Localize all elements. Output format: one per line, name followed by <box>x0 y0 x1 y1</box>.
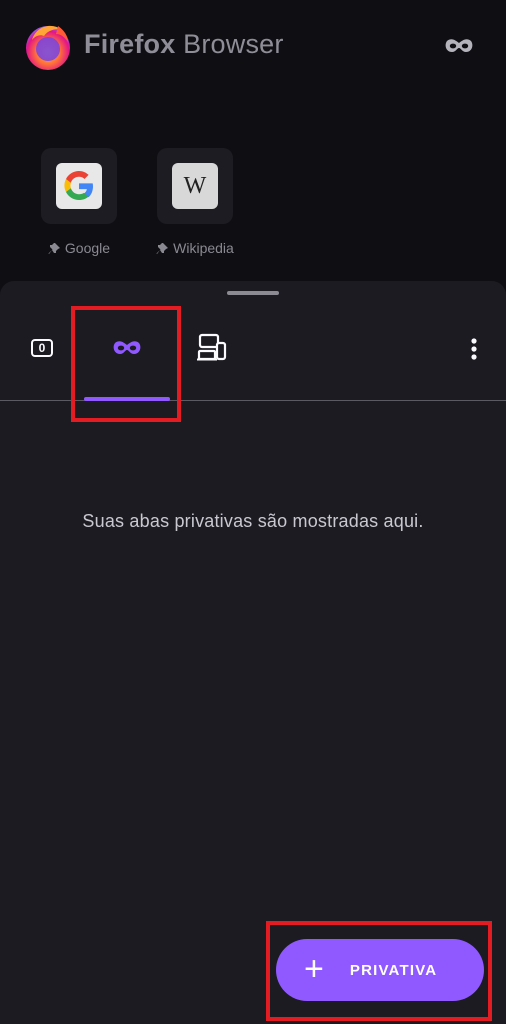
drag-handle[interactable] <box>227 291 279 295</box>
tab-counter-icon: 0 <box>31 339 53 357</box>
annotation-highlight-fab <box>266 921 492 1021</box>
shortcut-label-row: Google <box>40 240 118 256</box>
tabs-tray-sheet: 0 Suas abas privativas são mostradas aqu… <box>0 281 506 1024</box>
google-tile-inner <box>56 163 102 209</box>
shortcut-wikipedia[interactable]: W Wikipedia <box>156 148 234 256</box>
shortcut-label: Google <box>64 240 111 256</box>
synced-devices-icon <box>197 333 227 361</box>
google-g-icon <box>64 171 93 200</box>
shortcut-tile: W <box>157 148 233 224</box>
shortcut-google[interactable]: Google <box>40 148 118 256</box>
more-vertical-icon <box>471 338 477 360</box>
shortcut-label-row: Wikipedia <box>156 240 234 256</box>
firefox-wordmark: Firefox Browser <box>84 29 284 60</box>
wikipedia-icon: W <box>172 163 218 209</box>
tab-normal[interactable]: 0 <box>22 333 62 363</box>
private-mask-icon[interactable] <box>444 37 474 55</box>
screen: Firefox Browser Google W Wikipedia 0 Sua… <box>0 0 506 1024</box>
empty-private-tabs-message: Suas abas privativas são mostradas aqui. <box>82 511 424 531</box>
brand-bold: Firefox <box>84 29 176 59</box>
brand-light: Browser <box>175 29 284 59</box>
homepage-header: Firefox Browser <box>0 0 506 100</box>
tab-synced[interactable] <box>192 329 232 365</box>
tabs-tray-menu-button[interactable] <box>460 331 488 367</box>
shortcut-tile <box>41 148 117 224</box>
annotation-highlight-private-tab <box>71 306 181 422</box>
pin-icon <box>156 242 169 254</box>
pin-icon <box>48 242 60 254</box>
shortcut-label: Wikipedia <box>173 240 234 256</box>
firefox-logo-icon <box>26 25 70 70</box>
